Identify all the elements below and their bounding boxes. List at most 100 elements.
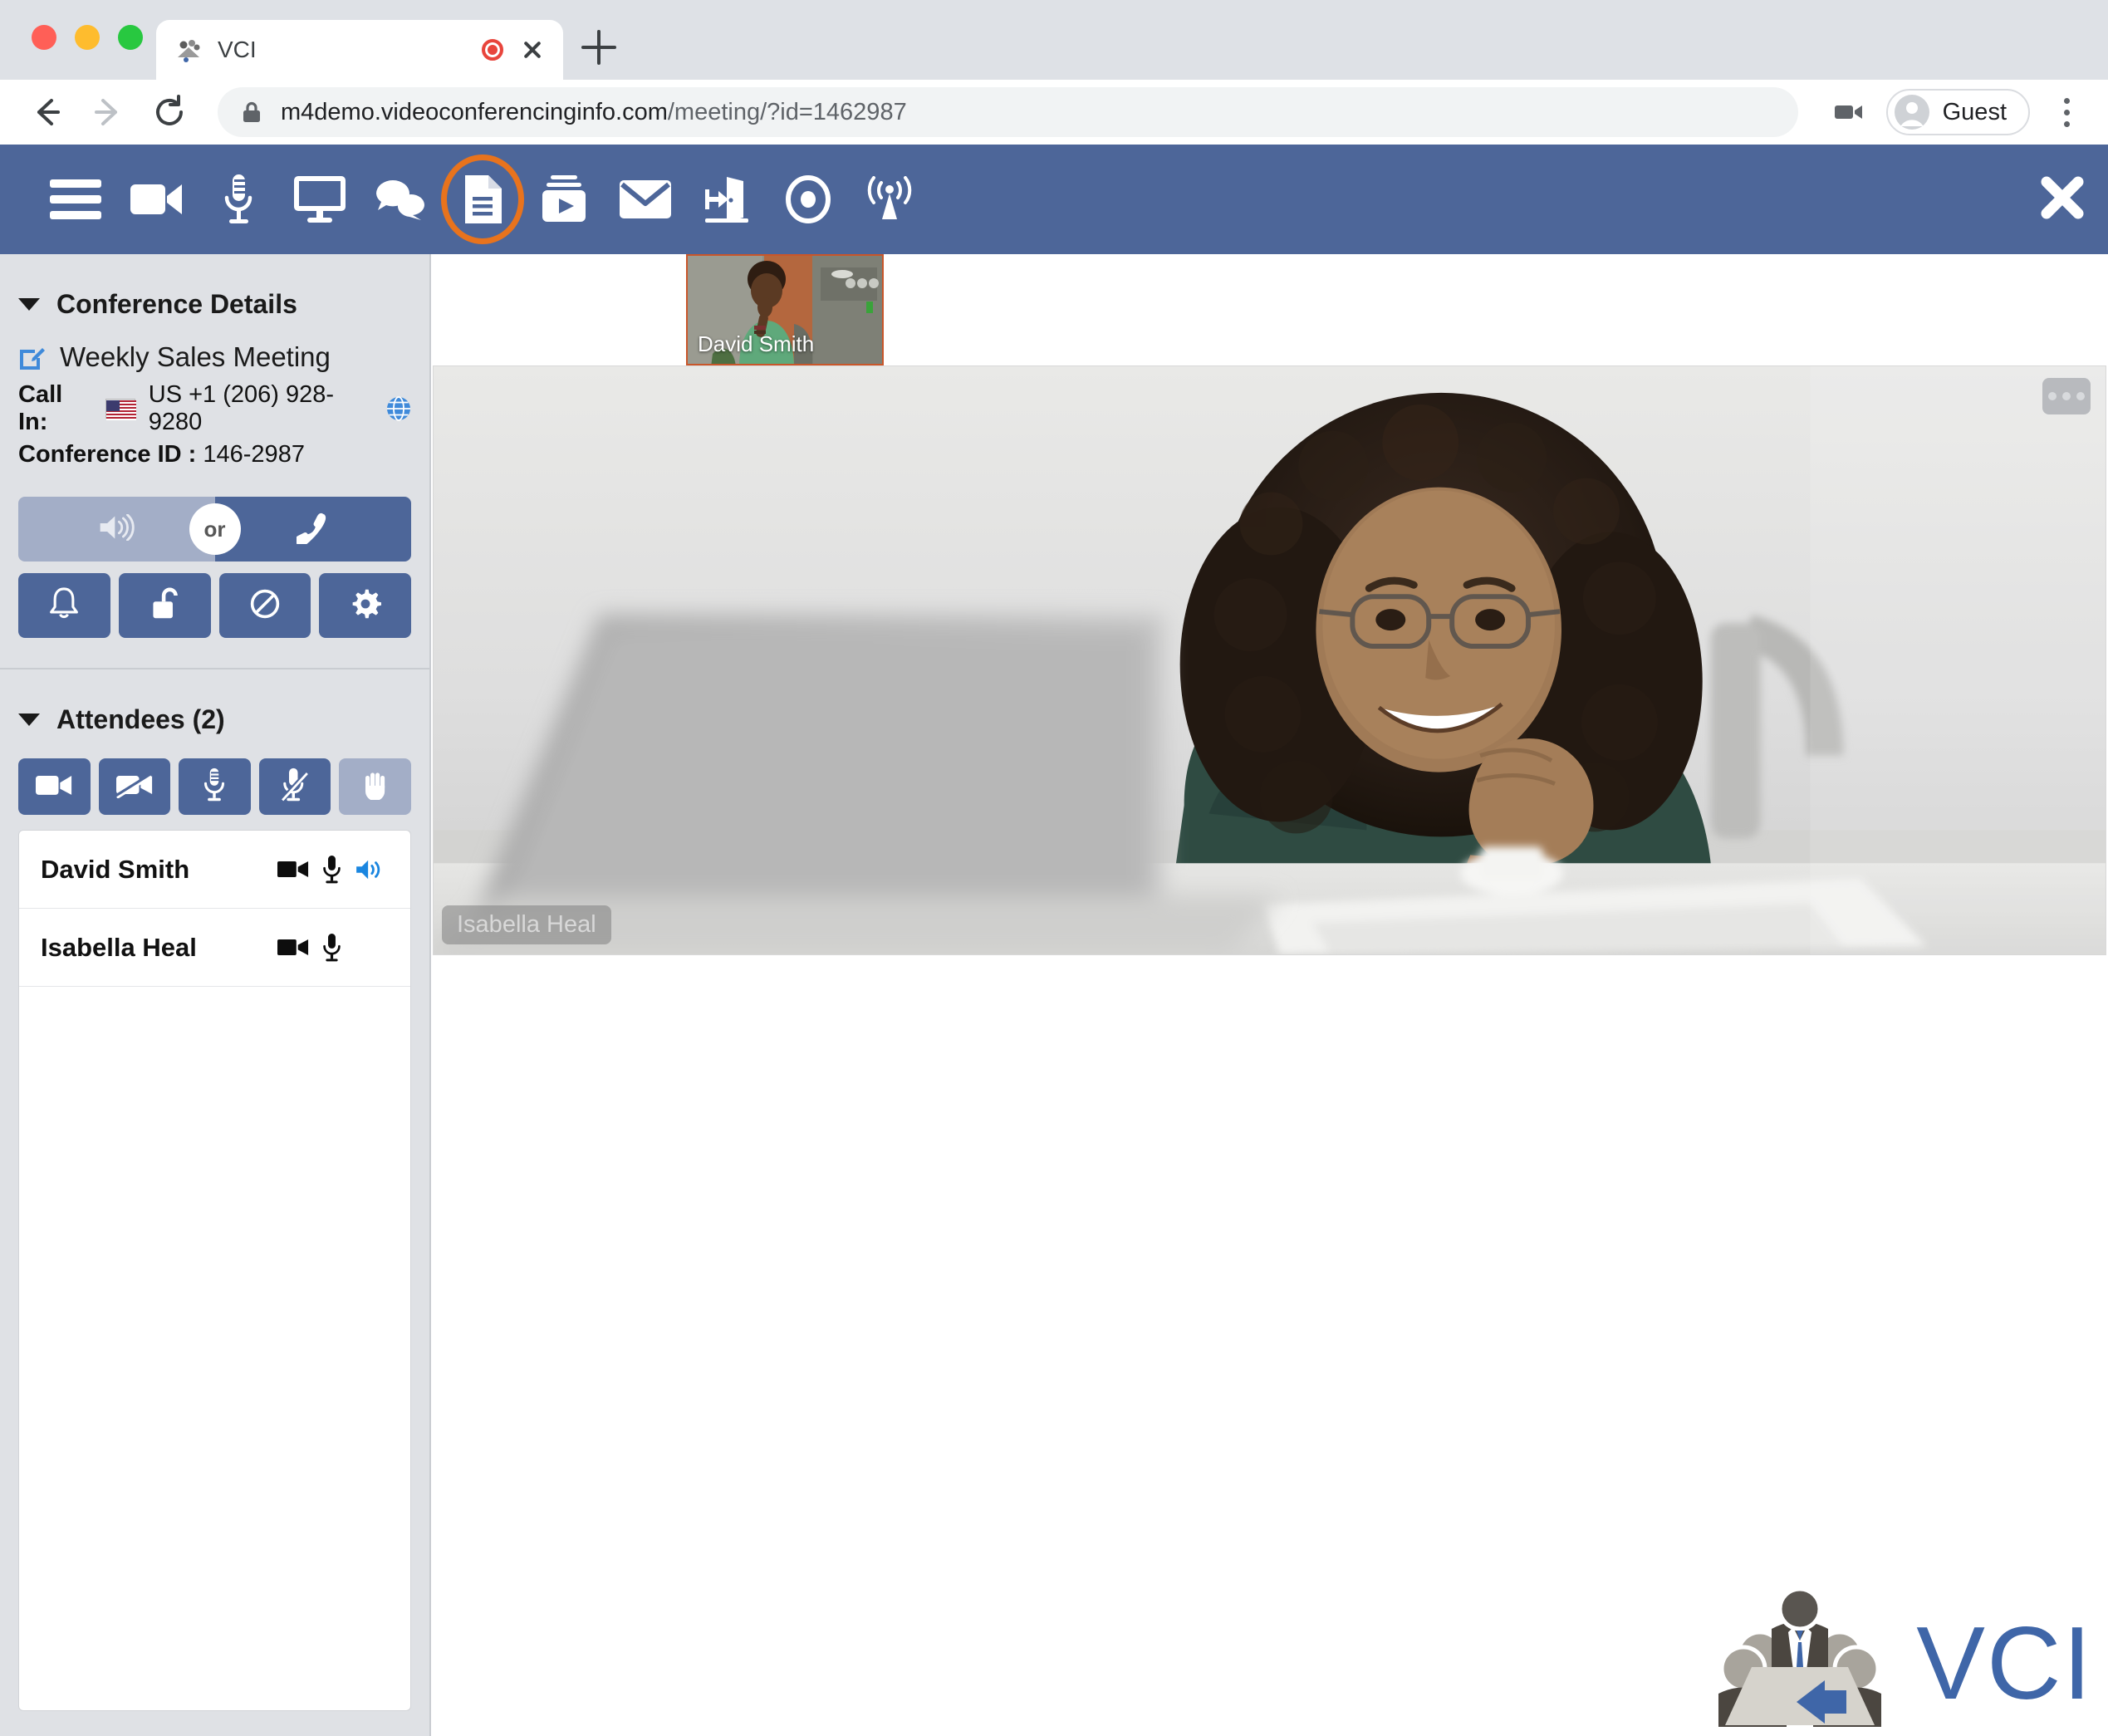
video-camera-icon[interactable] xyxy=(274,859,312,880)
video-stage: David Smith Isabella Heal VCI xyxy=(431,254,2108,1736)
thumbnail-label: David Smith xyxy=(698,331,815,356)
microphone-icon xyxy=(202,767,227,807)
video-camera-off-icon xyxy=(115,772,153,802)
toolbar-record-button[interactable] xyxy=(767,159,849,240)
lock-icon xyxy=(241,101,262,124)
main-video-label: Isabella Heal xyxy=(442,905,611,944)
speaker-wave-icon[interactable] xyxy=(351,858,389,881)
window-traffic-lights xyxy=(32,25,143,50)
hamburger-menu-icon xyxy=(50,178,101,221)
person-avatar-icon xyxy=(1894,95,1929,130)
raise-hand-button[interactable] xyxy=(339,758,411,815)
more-options-icon[interactable] xyxy=(2042,378,2091,414)
record-circle-icon xyxy=(786,175,831,223)
call-in-number: US +1 (206) 928-9280 xyxy=(148,381,335,435)
conference-id-label: Conference ID : xyxy=(18,441,197,468)
toolbar-menu-button[interactable] xyxy=(35,159,116,240)
caret-down-icon[interactable] xyxy=(18,714,40,726)
recording-dot-icon xyxy=(482,39,503,61)
thumbnail-strip: David Smith xyxy=(431,254,2108,365)
microphone-icon[interactable] xyxy=(312,933,351,963)
profile-name-label: Guest xyxy=(1942,98,2007,125)
globe-icon[interactable] xyxy=(386,396,411,421)
vci-watermark: VCI xyxy=(1700,1586,2093,1736)
vci-wordmark: VCI xyxy=(1916,1606,2093,1721)
mute-all-button[interactable] xyxy=(258,758,331,815)
toolbar-close-button[interactable] xyxy=(2017,176,2108,223)
toolbar-microphone-button[interactable] xyxy=(198,159,279,240)
start-all-video-button[interactable] xyxy=(18,758,91,815)
toolbar-broadcast-button[interactable] xyxy=(849,159,930,240)
toolbar-email-button[interactable] xyxy=(605,159,686,240)
browser-window: VCI m4demo.videoconferencinginfo.com/mee… xyxy=(0,0,2108,1736)
monitor-screen-icon xyxy=(294,176,346,223)
video-camera-icon[interactable] xyxy=(274,937,312,958)
attendees-header[interactable]: Attendees (2) xyxy=(0,669,429,750)
conference-action-buttons xyxy=(18,573,411,638)
conference-meta: Weekly Sales Meeting Call In: US +1 (206… xyxy=(0,335,429,468)
list-item[interactable]: Isabella Heal xyxy=(19,909,410,987)
video-camera-icon xyxy=(130,181,184,218)
conference-toolbar xyxy=(0,145,2108,254)
toolbar-share-screen-button[interactable] xyxy=(279,159,360,240)
lock-meeting-button[interactable] xyxy=(118,573,211,638)
edit-pencil-icon[interactable] xyxy=(18,343,47,371)
forward-arrow-icon[interactable] xyxy=(85,89,131,135)
caret-down-icon[interactable] xyxy=(18,298,40,311)
call-in-label: Call In: xyxy=(18,381,63,435)
camera-permission-icon[interactable] xyxy=(1830,94,1866,130)
media-play-box-icon xyxy=(541,175,587,223)
maximize-window-button[interactable] xyxy=(118,25,143,50)
back-arrow-icon[interactable] xyxy=(23,89,70,135)
toolbar-chat-button[interactable] xyxy=(360,159,442,240)
conference-details-header[interactable]: Conference Details xyxy=(0,254,429,335)
phone-audio-option[interactable] xyxy=(214,497,411,562)
call-in-row: Call In: US +1 (206) 928-9280 xyxy=(18,381,411,436)
profile-button[interactable]: Guest xyxy=(1885,89,2030,135)
raised-hand-icon xyxy=(360,770,390,804)
computer-audio-option[interactable] xyxy=(18,497,215,562)
speaker-wave-icon xyxy=(98,512,135,545)
plus-icon[interactable] xyxy=(581,30,616,65)
close-window-button[interactable] xyxy=(32,25,56,50)
toolbar-enter-room-button[interactable] xyxy=(686,159,767,240)
attendee-name: Isabella Heal xyxy=(41,932,197,962)
toolbar-media-player-button[interactable] xyxy=(523,159,605,240)
list-item[interactable]: David Smith xyxy=(19,831,410,909)
no-entry-icon xyxy=(249,588,281,624)
us-flag-icon xyxy=(105,399,136,420)
url-omnibox[interactable]: m4demo.videoconferencinginfo.com/meeting… xyxy=(218,87,1798,137)
attendees-title: Attendees (2) xyxy=(56,704,225,734)
bell-icon xyxy=(48,586,80,625)
kebab-menu-icon[interactable] xyxy=(2048,91,2085,133)
chat-bubbles-icon xyxy=(375,177,428,222)
browser-tab[interactable]: VCI xyxy=(156,20,563,80)
browser-tab-title: VCI xyxy=(218,37,257,62)
reload-icon[interactable] xyxy=(146,89,193,135)
conference-body: Conference Details Weekly Sales Meeting … xyxy=(0,254,2108,1736)
unmute-all-button[interactable] xyxy=(179,758,251,815)
block-button[interactable] xyxy=(218,573,311,638)
settings-button[interactable] xyxy=(319,573,411,638)
toolbar-documents-button[interactable] xyxy=(442,159,523,240)
envelope-icon xyxy=(620,180,671,218)
vci-conference-table-logo xyxy=(1700,1586,1900,1736)
vci-conference-favicon xyxy=(174,36,203,64)
unlocked-padlock-icon xyxy=(149,586,180,625)
url-text: m4demo.videoconferencinginfo.com/meeting… xyxy=(281,99,907,126)
participant-thumbnail[interactable]: David Smith xyxy=(686,254,884,365)
notifications-button[interactable] xyxy=(18,573,110,638)
stop-all-video-button[interactable] xyxy=(98,758,171,815)
microphone-icon[interactable] xyxy=(312,855,351,885)
meeting-name: Weekly Sales Meeting xyxy=(60,341,331,372)
toolbar-video-button[interactable] xyxy=(116,159,198,240)
left-sidebar: Conference Details Weekly Sales Meeting … xyxy=(0,254,431,1736)
sidebar-bottom-pad xyxy=(0,1711,429,1736)
microphone-icon xyxy=(220,173,257,226)
minimize-window-button[interactable] xyxy=(75,25,100,50)
close-x-icon xyxy=(2041,176,2084,223)
gear-icon xyxy=(350,588,381,624)
attendee-name: David Smith xyxy=(41,854,190,884)
close-icon[interactable] xyxy=(520,37,545,62)
main-video-panel[interactable]: Isabella Heal xyxy=(433,365,2106,955)
